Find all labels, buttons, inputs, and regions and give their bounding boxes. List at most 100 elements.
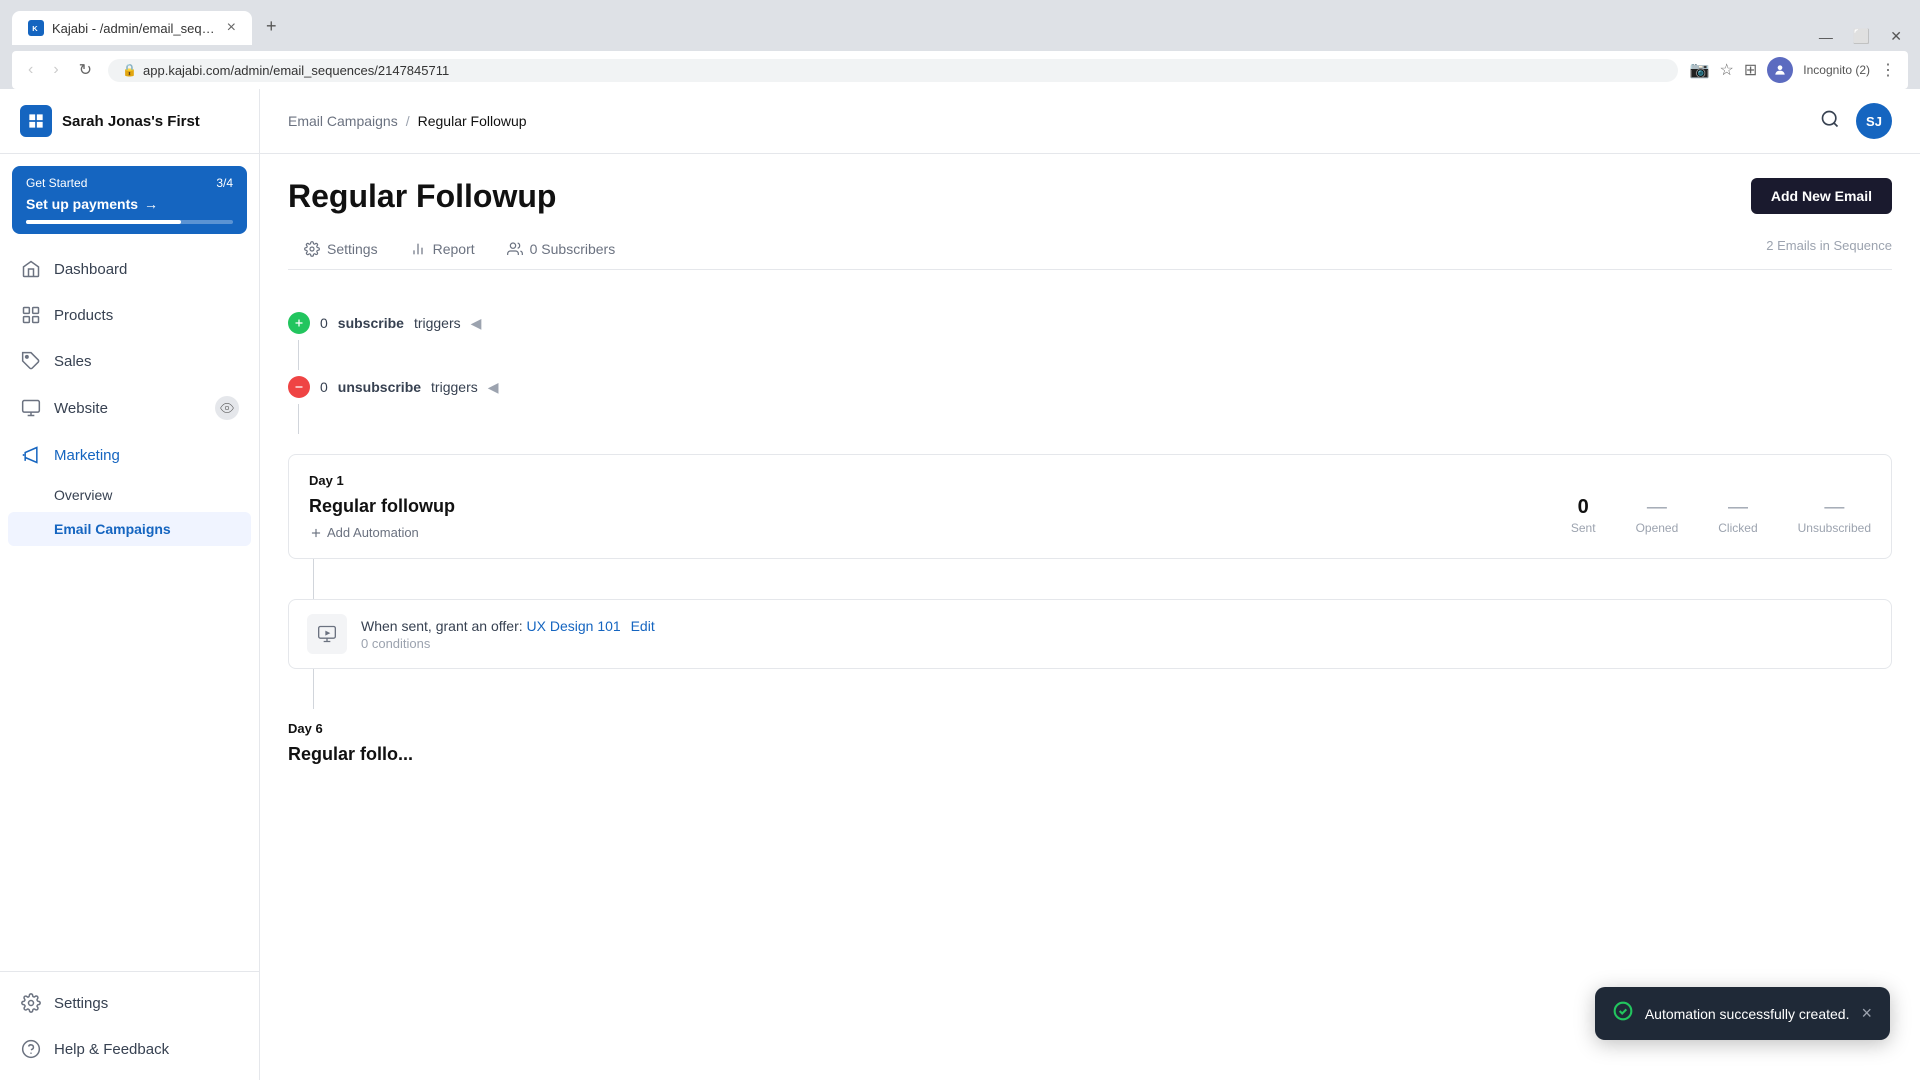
email-campaigns-label: Email Campaigns	[54, 521, 171, 537]
tab-report[interactable]: Report	[394, 231, 491, 269]
sidebar-logo	[20, 105, 52, 137]
sidebar: Sarah Jonas's First Get Started 3/4 Set …	[0, 89, 260, 1080]
toast-check-icon	[1613, 1001, 1633, 1026]
new-tab-button[interactable]: +	[254, 8, 289, 45]
sidebar-brand-name: Sarah Jonas's First	[62, 113, 200, 130]
toast-message: Automation successfully created.	[1645, 1006, 1850, 1022]
overview-label: Overview	[54, 487, 112, 503]
day6-label: Day 6	[288, 721, 1892, 736]
incognito-label: Incognito (2)	[1803, 63, 1870, 77]
clicked-label: Clicked	[1718, 521, 1757, 535]
products-label: Products	[54, 307, 113, 324]
url-text: app.kajabi.com/admin/email_sequences/214…	[143, 63, 449, 78]
reload-button[interactable]: ↻	[75, 58, 96, 82]
tag-icon	[20, 350, 42, 372]
sidebar-item-products[interactable]: Products	[0, 292, 259, 338]
website-label: Website	[54, 400, 108, 417]
stat-clicked: — Clicked	[1718, 496, 1757, 535]
breadcrumb-current: Regular Followup	[418, 113, 527, 129]
sidebar-sub-email-campaigns[interactable]: Email Campaigns	[8, 512, 251, 546]
eye-badge	[215, 396, 239, 420]
help-circle-icon	[20, 1038, 42, 1060]
sidebar-item-website[interactable]: Website	[0, 384, 259, 432]
automation-offer-link[interactable]: UX Design 101	[527, 618, 621, 634]
header-actions: SJ	[1820, 103, 1892, 139]
subscribe-suffix: triggers	[414, 315, 461, 331]
email-day1-name: Regular followup	[309, 496, 455, 517]
breadcrumb-parent-link[interactable]: Email Campaigns	[288, 113, 398, 129]
automation-details: When sent, grant an offer: UX Design 101…	[361, 618, 655, 651]
browser-chrome: K Kajabi - /admin/email_sequences... × +…	[0, 0, 1920, 89]
marketing-label: Marketing	[54, 447, 120, 464]
maximize-button[interactable]: ⬜	[1847, 28, 1876, 45]
day1-label: Day 1	[309, 473, 1871, 488]
sidebar-item-sales[interactable]: Sales	[0, 338, 259, 384]
add-automation-label: Add Automation	[327, 525, 419, 540]
stat-unsubscribed: — Unsubscribed	[1798, 496, 1871, 535]
opened-label: Opened	[1636, 521, 1679, 535]
subscribe-trigger-row: 0 subscribe triggers ◀	[288, 306, 1892, 340]
settings-nav-label: Settings	[54, 995, 108, 1012]
browser-actions: 📷 ☆ ⊞ Incognito (2) ⋮	[1690, 57, 1896, 83]
email-day6-name: Regular follo...	[288, 744, 1892, 765]
tab-settings[interactable]: Settings	[288, 231, 394, 269]
subscribe-trigger-arrow[interactable]: ◀	[471, 315, 482, 332]
dashboard-label: Dashboard	[54, 261, 127, 278]
sidebar-item-dashboard[interactable]: Dashboard	[0, 246, 259, 292]
unsubscribed-label: Unsubscribed	[1798, 521, 1871, 535]
opened-dash: —	[1636, 496, 1679, 519]
add-new-email-button[interactable]: Add New Email	[1751, 178, 1892, 214]
settings-tab-label: Settings	[327, 241, 378, 257]
user-avatar[interactable]: SJ	[1856, 103, 1892, 139]
sidebar-header: Sarah Jonas's First	[0, 89, 259, 154]
tab-subscribers[interactable]: 0 Subscribers	[491, 231, 632, 269]
subscribe-plus-icon	[288, 312, 310, 334]
setup-title: Set up payments	[26, 196, 138, 212]
trigger-connector-2	[298, 404, 299, 434]
setup-progress-bar	[26, 220, 233, 224]
automation-offer-text: When sent, grant an offer: UX Design 101…	[361, 618, 655, 634]
tab-favicon: K	[28, 20, 44, 36]
profile-switcher-icon[interactable]: ⊞	[1744, 60, 1757, 80]
automation-row: When sent, grant an offer: UX Design 101…	[288, 599, 1892, 669]
unsubscribe-minus-icon	[288, 376, 310, 398]
main-content: Email Campaigns / Regular Followup SJ Re…	[260, 89, 1920, 1080]
cast-icon[interactable]: 📷	[1690, 60, 1710, 80]
incognito-profile[interactable]	[1767, 57, 1793, 83]
page-header: Regular Followup Add New Email	[288, 178, 1892, 215]
trigger-section: 0 subscribe triggers ◀ 0 unsubscribe tri…	[288, 294, 1892, 454]
subscribe-count: 0	[320, 315, 328, 331]
email-day1-stats: 0 Sent — Opened — Clicked —	[1571, 496, 1871, 535]
minimize-button[interactable]: —	[1813, 29, 1839, 45]
tab-title: Kajabi - /admin/email_sequences...	[52, 21, 219, 36]
unsubscribe-count: 0	[320, 379, 328, 395]
close-window-button[interactable]: ✕	[1884, 28, 1908, 45]
toast-close-button[interactable]: ×	[1861, 1003, 1872, 1024]
back-button[interactable]: ‹	[24, 59, 37, 81]
setup-progress: 3/4	[216, 176, 233, 190]
subscribe-label: subscribe	[338, 315, 404, 331]
setup-payments-banner[interactable]: Get Started 3/4 Set up payments →	[12, 166, 247, 234]
sidebar-item-settings[interactable]: Settings	[0, 980, 259, 1026]
sent-label: Sent	[1571, 521, 1596, 535]
search-button[interactable]	[1820, 109, 1840, 134]
add-automation-button[interactable]: Add Automation	[309, 525, 455, 540]
breadcrumb: Email Campaigns / Regular Followup	[288, 113, 527, 129]
bookmark-icon[interactable]: ☆	[1720, 60, 1734, 80]
automation-video-icon	[307, 614, 347, 654]
email-card-day1-header: Regular followup Add Automation 0 Sent —	[309, 496, 1871, 540]
menu-icon[interactable]: ⋮	[1880, 60, 1896, 80]
tab-close-button[interactable]: ×	[227, 19, 236, 37]
sidebar-nav: Dashboard Products Sales Website	[0, 246, 259, 971]
address-bar[interactable]: 🔒 app.kajabi.com/admin/email_sequences/2…	[108, 59, 1678, 82]
automation-edit-link[interactable]: Edit	[631, 618, 655, 634]
sidebar-sub-overview[interactable]: Overview	[0, 478, 259, 512]
sidebar-item-help[interactable]: Help & Feedback	[0, 1026, 259, 1072]
forward-button[interactable]: ›	[49, 59, 62, 81]
sidebar-item-marketing[interactable]: Marketing	[0, 432, 259, 478]
unsubscribe-trigger-arrow[interactable]: ◀	[488, 379, 499, 396]
monitor-icon	[20, 397, 42, 419]
browser-tab-active[interactable]: K Kajabi - /admin/email_sequences... ×	[12, 11, 252, 45]
stat-sent: 0 Sent	[1571, 496, 1596, 535]
sidebar-bottom: Settings Help & Feedback	[0, 971, 259, 1080]
